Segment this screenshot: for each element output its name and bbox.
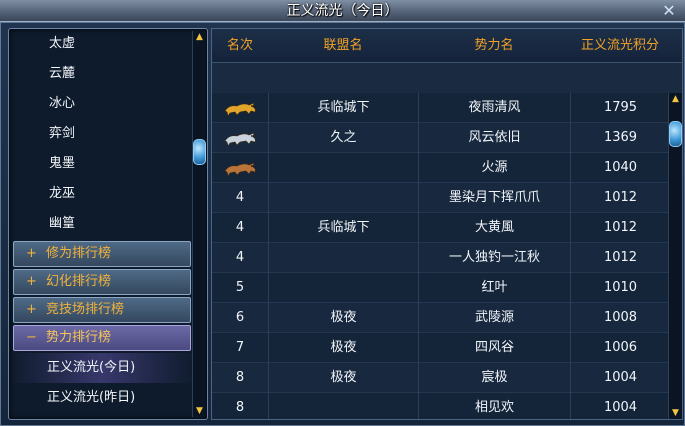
score-cell: 1040 <box>570 153 670 183</box>
score-cell: 1795 <box>570 93 670 123</box>
score-cell: 1369 <box>570 123 670 153</box>
down-arrow-icon[interactable]: ▼ <box>194 405 205 417</box>
close-icon[interactable]: ✕ <box>659 1 679 21</box>
scrollbar-thumb[interactable] <box>669 121 682 147</box>
union-cell: 极夜 <box>268 333 418 363</box>
table-scrollbar[interactable]: ▲ ▼ <box>668 93 682 419</box>
table-row[interactable]: 火源 1040 <box>212 153 670 183</box>
rank-cell: 6 <box>235 310 245 325</box>
union-cell <box>268 273 418 303</box>
rank-cell: 4 <box>235 190 245 205</box>
table-row[interactable]: 4 墨染月下挥爪爪 1012 <box>212 183 670 213</box>
category-cultivation-ranking[interactable]: + 修为排行榜 <box>13 241 191 267</box>
table-row[interactable]: 8 极夜 宸极 1004 <box>212 363 670 393</box>
expand-icon: + <box>26 246 37 261</box>
rank-cell: 5 <box>235 280 245 295</box>
down-arrow-icon[interactable]: ▼ <box>670 407 681 419</box>
score-cell: 1010 <box>570 273 670 303</box>
category-faction-ranking[interactable]: − 势力排行榜 <box>13 325 191 351</box>
expand-icon: + <box>26 274 37 289</box>
rank-cell: 4 <box>235 250 245 265</box>
faction-cell: 夜雨清风 <box>418 93 570 123</box>
up-arrow-icon[interactable]: ▲ <box>194 31 205 43</box>
faction-cell: 墨染月下挥爪爪 <box>418 183 570 213</box>
ranking-category-panel: 太虚 云麓 冰心 弈剑 鬼墨 龙巫 幽篁 + 修为排行榜 + 幻化排行榜 + 竞技场排… <box>8 28 208 420</box>
table-body: 兵临城下 夜雨清风 1795 久之 风云依旧 1369 火源 1040 4 墨染月下挥爪爪 1012… <box>212 93 670 419</box>
rank-cell: 8 <box>235 370 245 385</box>
faction-cell: 大黄風 <box>418 213 570 243</box>
score-cell: 1004 <box>570 363 670 393</box>
list-item[interactable]: 龙巫 <box>9 179 195 209</box>
union-cell <box>268 153 418 183</box>
faction-cell: 一人独钓一江秋 <box>418 243 570 273</box>
table-row[interactable]: 4 一人独钓一江秋 1012 <box>212 243 670 273</box>
scrollbar-thumb[interactable] <box>193 139 206 165</box>
list-item[interactable]: 太虚 <box>9 29 195 59</box>
gold-beast-icon <box>224 102 256 117</box>
list-item[interactable]: 弈剑 <box>9 119 195 149</box>
union-cell <box>268 243 418 273</box>
rank-cell: 7 <box>235 340 245 355</box>
score-cell: 1012 <box>570 243 670 273</box>
union-cell: 兵临城下 <box>268 93 418 123</box>
score-cell: 1008 <box>570 303 670 333</box>
sidebar-item-today[interactable]: 正义流光(今日) <box>9 353 195 383</box>
up-arrow-icon[interactable]: ▲ <box>670 93 681 105</box>
list-item[interactable]: 幽篁 <box>9 209 195 239</box>
ranking-table: 名次 联盟名 势力名 正义流光积分 兵临城下 夜雨清风 1795 久之 风云依旧 1369… <box>211 28 683 420</box>
union-cell: 极夜 <box>268 363 418 393</box>
column-union: 联盟名 <box>323 38 363 53</box>
score-cell: 1006 <box>570 333 670 363</box>
faction-cell: 宸极 <box>418 363 570 393</box>
column-score: 正义流光积分 <box>580 38 659 53</box>
table-row[interactable]: 5 红叶 1010 <box>212 273 670 303</box>
score-cell: 1012 <box>570 183 670 213</box>
list-item[interactable]: 鬼墨 <box>9 149 195 179</box>
collapse-icon: − <box>26 330 37 345</box>
rank-cell <box>212 123 268 153</box>
silver-beast-icon <box>224 132 256 147</box>
list-item[interactable]: 云麓 <box>9 59 195 89</box>
faction-cell: 红叶 <box>418 273 570 303</box>
faction-cell: 四风谷 <box>418 333 570 363</box>
table-row[interactable]: 4 兵临城下 大黄風 1012 <box>212 213 670 243</box>
faction-cell: 火源 <box>418 153 570 183</box>
union-cell: 久之 <box>268 123 418 153</box>
rank-cell: 8 <box>235 400 245 415</box>
bronze-beast-icon <box>224 162 256 177</box>
union-cell <box>268 183 418 213</box>
table-row[interactable]: 兵临城下 夜雨清风 1795 <box>212 93 670 123</box>
category-transform-ranking[interactable]: + 幻化排行榜 <box>13 269 191 295</box>
rank-cell: 4 <box>235 220 245 235</box>
faction-cell: 相见欢 <box>418 393 570 419</box>
column-faction: 势力名 <box>474 38 514 53</box>
sidebar-item-yesterday[interactable]: 正义流光(昨日) <box>9 383 195 413</box>
table-row[interactable]: 8 相见欢 1004 <box>212 393 670 419</box>
list-item[interactable]: 冰心 <box>9 89 195 119</box>
union-cell: 极夜 <box>268 303 418 333</box>
faction-cell: 风云依旧 <box>418 123 570 153</box>
column-rank: 名次 <box>226 38 253 53</box>
union-cell <box>268 393 418 419</box>
faction-cell: 武陵源 <box>418 303 570 333</box>
table-spacer-row <box>212 63 682 93</box>
category-arena-ranking[interactable]: + 竞技场排行榜 <box>13 297 191 323</box>
score-cell: 1004 <box>570 393 670 419</box>
rank-cell <box>212 93 268 123</box>
table-row[interactable]: 久之 风云依旧 1369 <box>212 123 670 153</box>
sidebar-scrollbar[interactable]: ▲ ▼ <box>192 31 206 417</box>
score-cell: 1012 <box>570 213 670 243</box>
window-title: 正义流光（今日） <box>0 0 685 22</box>
table-row[interactable]: 6 极夜 武陵源 1008 <box>212 303 670 333</box>
rank-cell <box>212 153 268 183</box>
table-header: 名次 联盟名 势力名 正义流光积分 <box>212 29 682 63</box>
expand-icon: + <box>26 302 37 317</box>
union-cell: 兵临城下 <box>268 213 418 243</box>
category-list: 太虚 云麓 冰心 弈剑 鬼墨 龙巫 幽篁 + 修为排行榜 + 幻化排行榜 + 竞技场排… <box>9 29 195 413</box>
table-row[interactable]: 7 极夜 四风谷 1006 <box>212 333 670 363</box>
